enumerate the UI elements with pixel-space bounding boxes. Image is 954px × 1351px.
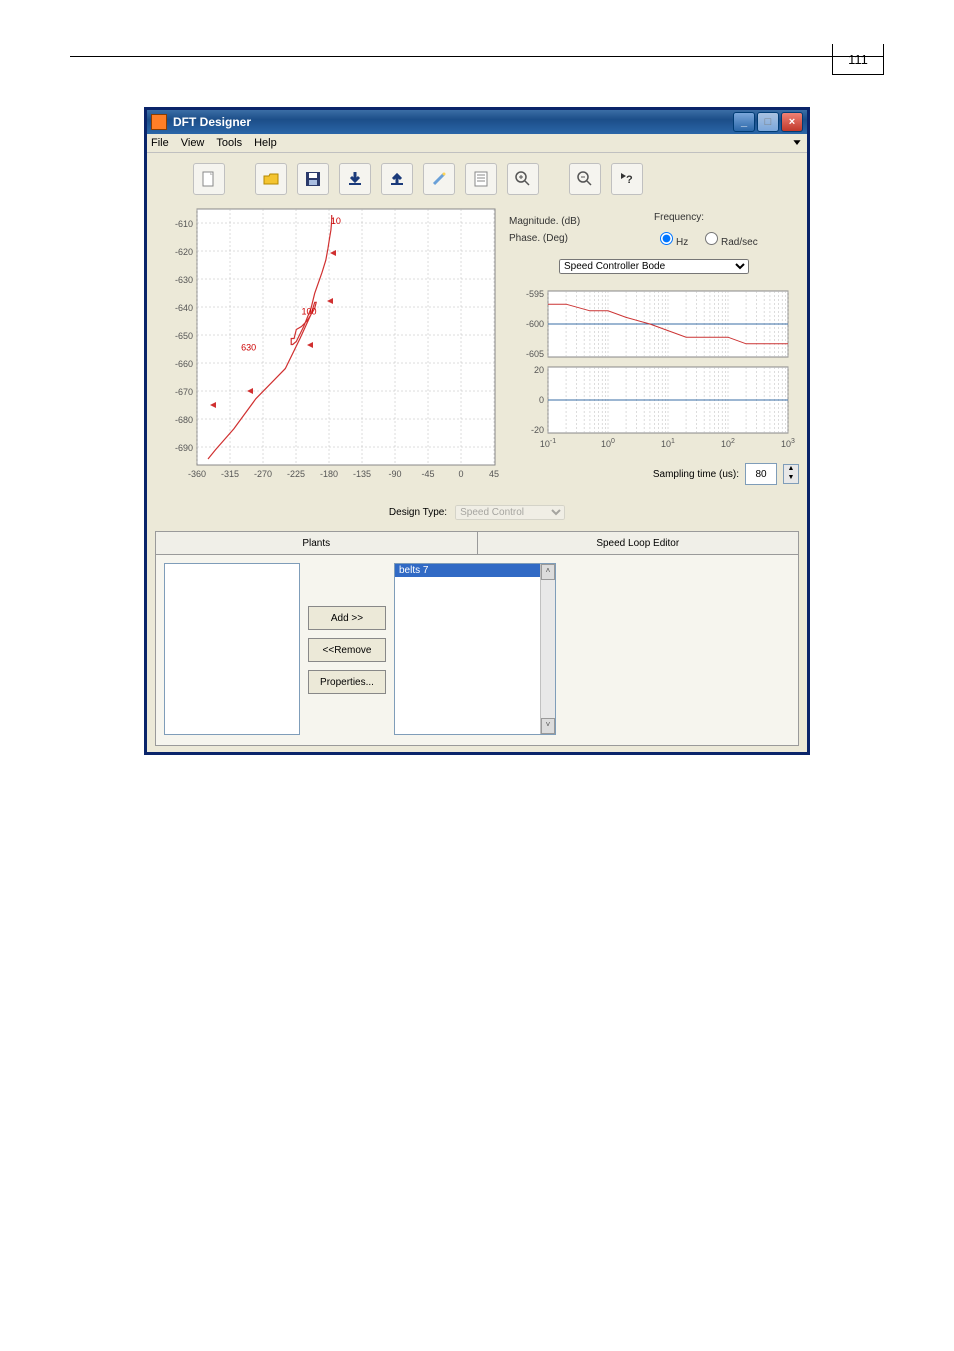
report-icon bbox=[472, 170, 490, 188]
titlebar[interactable]: DFT Designer _ □ × bbox=[147, 110, 807, 134]
frequency-label: Frequency: bbox=[654, 212, 799, 223]
svg-text:103: 103 bbox=[781, 438, 795, 449]
close-button[interactable]: × bbox=[781, 112, 803, 132]
nichols-ytick: -610 bbox=[175, 219, 193, 229]
ph-ytick: 20 bbox=[534, 365, 544, 375]
bode-header: Magnitude. (dB) Phase. (Deg) Frequency: … bbox=[509, 205, 799, 255]
nichols-ytick: -640 bbox=[175, 303, 193, 313]
phase-label: Phase. (Deg) bbox=[509, 233, 654, 244]
nichols-xtick: -360 bbox=[188, 469, 206, 479]
nichols-ytick: -670 bbox=[175, 387, 193, 397]
ph-ytick: -20 bbox=[531, 425, 544, 435]
minimize-button[interactable]: _ bbox=[733, 112, 755, 132]
tab-plants[interactable]: Plants bbox=[155, 531, 478, 555]
app-icon bbox=[151, 114, 167, 130]
nichols-xtick: -225 bbox=[287, 469, 305, 479]
nichols-ytick: -630 bbox=[175, 275, 193, 285]
nichols-xtick: -315 bbox=[221, 469, 239, 479]
help-icon: ? bbox=[618, 170, 636, 188]
menu-help[interactable]: Help bbox=[254, 137, 277, 149]
open-button[interactable] bbox=[255, 163, 287, 195]
zoom-out-button[interactable] bbox=[569, 163, 601, 195]
application-window: DFT Designer _ □ × File View Tools Help bbox=[144, 107, 810, 755]
mag-ytick: -605 bbox=[526, 349, 544, 359]
report-button[interactable] bbox=[465, 163, 497, 195]
mag-ytick: -595 bbox=[526, 289, 544, 299]
svg-text:?: ? bbox=[626, 174, 633, 186]
svg-text:10-1: 10-1 bbox=[540, 438, 556, 449]
nichols-xtick: -180 bbox=[320, 469, 338, 479]
toolbar: ? bbox=[147, 153, 807, 205]
freq-hz-radio[interactable]: Hz bbox=[654, 237, 688, 248]
page-number-box: 111 bbox=[832, 44, 884, 75]
ph-ytick: 0 bbox=[539, 395, 544, 405]
mag-ytick: -600 bbox=[526, 319, 544, 329]
menu-overflow-icon[interactable] bbox=[791, 136, 803, 148]
maximize-button[interactable]: □ bbox=[757, 112, 779, 132]
new-icon bbox=[200, 170, 218, 188]
window-title: DFT Designer bbox=[173, 115, 251, 129]
save-button[interactable] bbox=[297, 163, 329, 195]
plants-panel: Add >> <<Remove Properties... belts 7 ˄ … bbox=[155, 555, 799, 746]
nichols-xtick: -270 bbox=[254, 469, 272, 479]
scrollbar[interactable]: ˄ ˅ bbox=[540, 564, 555, 734]
sampling-input[interactable] bbox=[745, 463, 777, 485]
nichols-annotation: 100 bbox=[301, 306, 316, 316]
nichols-ytick: -680 bbox=[175, 415, 193, 425]
nichols-chart[interactable]: -610 -620 -630 -640 -650 -660 -670 -680 … bbox=[155, 205, 503, 497]
menubar: File View Tools Help bbox=[147, 134, 807, 153]
help-button[interactable]: ? bbox=[611, 163, 643, 195]
scroll-down-icon[interactable]: ˅ bbox=[541, 718, 555, 734]
upload-icon bbox=[388, 170, 406, 188]
scroll-up-icon[interactable]: ˄ bbox=[541, 564, 555, 580]
tab-speed-loop-editor[interactable]: Speed Loop Editor bbox=[478, 531, 800, 555]
open-icon bbox=[262, 170, 280, 188]
remove-button[interactable]: <<Remove bbox=[308, 638, 386, 662]
zoom-in-button[interactable] bbox=[507, 163, 539, 195]
page-number: 111 bbox=[848, 52, 868, 67]
menu-tools[interactable]: Tools bbox=[216, 137, 242, 149]
zoom-out-icon bbox=[576, 170, 594, 188]
magnitude-label: Magnitude. (dB) bbox=[509, 216, 654, 227]
download-button[interactable] bbox=[339, 163, 371, 195]
list-item[interactable]: belts 7 bbox=[395, 564, 540, 577]
upload-button[interactable] bbox=[381, 163, 413, 195]
new-button[interactable] bbox=[193, 163, 225, 195]
nichols-ytick: -620 bbox=[175, 247, 193, 257]
menu-view[interactable]: View bbox=[181, 137, 205, 149]
nichols-xtick: -45 bbox=[421, 469, 434, 479]
nichols-annotation: 630 bbox=[241, 343, 256, 353]
nichols-annotation: 10 bbox=[331, 216, 341, 226]
nichols-ytick: -650 bbox=[175, 331, 193, 341]
available-list[interactable] bbox=[164, 563, 300, 735]
menu-file[interactable]: File bbox=[151, 137, 169, 149]
sampling-label: Sampling time (us): bbox=[653, 469, 739, 480]
nichols-xtick: -135 bbox=[353, 469, 371, 479]
wand-icon bbox=[430, 170, 448, 188]
svg-text:102: 102 bbox=[721, 438, 735, 449]
save-icon bbox=[304, 170, 322, 188]
add-button[interactable]: Add >> bbox=[308, 606, 386, 630]
nichols-ytick: -660 bbox=[175, 359, 193, 369]
selected-list[interactable]: belts 7 ˄ ˅ bbox=[394, 563, 556, 735]
zoom-in-icon bbox=[514, 170, 532, 188]
nichols-xtick: -90 bbox=[388, 469, 401, 479]
download-icon bbox=[346, 170, 364, 188]
page-rule bbox=[70, 56, 884, 57]
design-type-select: Speed Control bbox=[455, 505, 565, 520]
svg-text:101: 101 bbox=[661, 438, 675, 449]
bode-chart[interactable]: -595 -600 -605 20 0 -20 10-1 100 101 102 bbox=[509, 287, 799, 457]
freq-radsec-radio[interactable]: Rad/sec bbox=[699, 237, 758, 248]
nichols-xtick: 0 bbox=[458, 469, 463, 479]
properties-button[interactable]: Properties... bbox=[308, 670, 386, 694]
svg-text:100: 100 bbox=[601, 438, 615, 449]
sampling-spinner[interactable]: ▲▼ bbox=[783, 464, 799, 484]
design-type-label: Design Type: bbox=[389, 507, 447, 518]
nichols-xtick: 45 bbox=[489, 469, 499, 479]
wand-button[interactable] bbox=[423, 163, 455, 195]
bode-select[interactable]: Speed Controller Bode bbox=[559, 259, 749, 274]
nichols-ytick: -690 bbox=[175, 443, 193, 453]
